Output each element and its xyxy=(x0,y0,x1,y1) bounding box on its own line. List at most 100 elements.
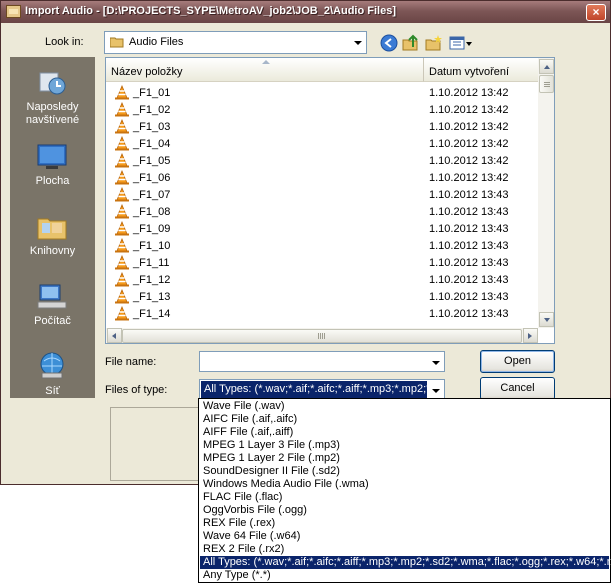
file-date: 1.10.2012 13:42 xyxy=(429,155,509,167)
title-bar[interactable]: Import Audio - [D:\PROJECTS_SYPE\MetroAV… xyxy=(1,1,610,23)
file-name: _F1_12 xyxy=(133,274,171,286)
file-name-input[interactable] xyxy=(199,351,445,372)
vlc-cone-icon xyxy=(115,289,129,304)
file-row[interactable]: _F1_05 1.10.2012 13:42 xyxy=(106,152,538,169)
file-row[interactable]: _F1_08 1.10.2012 13:43 xyxy=(106,203,538,220)
file-row[interactable]: _F1_06 1.10.2012 13:42 xyxy=(106,169,538,186)
column-header-name[interactable]: Název položky xyxy=(106,58,424,82)
file-name: _F1_08 xyxy=(133,206,171,218)
file-type-option[interactable]: FLAC File (.flac) xyxy=(200,491,609,504)
file-row[interactable]: _F1_09 1.10.2012 13:43 xyxy=(106,220,538,237)
file-date: 1.10.2012 13:43 xyxy=(429,206,509,218)
vlc-cone-icon xyxy=(115,306,129,321)
file-row[interactable]: _F1_10 1.10.2012 13:43 xyxy=(106,237,538,254)
files-of-type-dropdown-list[interactable]: Wave File (.wav) AIFC File (.aif,.aifc) AI… xyxy=(198,398,611,583)
vlc-cone-icon xyxy=(115,187,129,202)
file-row[interactable]: _F1_13 1.10.2012 13:43 xyxy=(106,288,538,305)
file-row[interactable]: _F1_04 1.10.2012 13:42 xyxy=(106,135,538,152)
file-type-option[interactable]: Any Type (*.*) xyxy=(200,569,609,582)
chevron-down-icon[interactable] xyxy=(427,353,443,372)
look-in-label: Look in: xyxy=(45,36,84,48)
files-of-type-select[interactable]: All Types: (*.wav;*.aif;*.aifc;*.aiff;*.… xyxy=(199,379,445,400)
vlc-cone-icon xyxy=(115,238,129,253)
files-of-type-label: Files of type: xyxy=(105,384,168,396)
scroll-down-button[interactable] xyxy=(539,312,554,327)
file-name: _F1_04 xyxy=(133,138,171,150)
new-folder-icon[interactable] xyxy=(425,34,443,52)
open-button[interactable]: Open xyxy=(480,350,555,373)
scroll-right-button[interactable] xyxy=(523,328,538,343)
file-name: _F1_09 xyxy=(133,223,171,235)
chevron-down-icon[interactable] xyxy=(349,33,365,52)
files-of-type-value: All Types: (*.wav;*.aif;*.aifc;*.aiff;*.… xyxy=(201,381,427,398)
place-network[interactable]: Síť xyxy=(10,345,95,415)
look-in-combo[interactable]: Audio Files xyxy=(104,31,367,54)
back-icon[interactable] xyxy=(380,34,398,52)
place-label: Síť xyxy=(45,385,60,397)
file-name: _F1_11 xyxy=(133,257,170,269)
file-date: 1.10.2012 13:43 xyxy=(429,223,509,235)
file-name: _F1_13 xyxy=(133,291,171,303)
file-list[interactable]: Název položky Datum vytvoření _F1_01 1.10… xyxy=(105,57,555,344)
file-name-label: File name: xyxy=(105,356,157,368)
place-libraries[interactable]: Knihovny xyxy=(10,205,95,275)
desktop-icon xyxy=(37,144,67,169)
close-button[interactable]: × xyxy=(586,4,606,21)
cancel-button[interactable]: Cancel xyxy=(480,377,555,400)
folder-icon xyxy=(110,37,124,48)
file-type-option[interactable]: OggVorbis File (.ogg) xyxy=(200,504,609,517)
scroll-left-button[interactable] xyxy=(107,328,122,343)
file-name: _F1_06 xyxy=(133,172,171,184)
view-menu-icon[interactable] xyxy=(449,34,473,52)
file-date: 1.10.2012 13:42 xyxy=(429,104,509,116)
file-row[interactable]: _F1_03 1.10.2012 13:42 xyxy=(106,118,538,135)
file-name: _F1_01 xyxy=(133,87,171,99)
app-icon xyxy=(6,5,21,18)
file-type-option[interactable]: REX 2 File (.rx2) xyxy=(200,543,609,556)
look-in-value: Audio Files xyxy=(129,36,184,48)
column-header-label: Název položky xyxy=(111,66,183,78)
computer-icon xyxy=(37,284,67,309)
file-row[interactable]: _F1_12 1.10.2012 13:43 xyxy=(106,271,538,288)
file-type-option[interactable]: AIFC File (.aif,.aifc) xyxy=(200,413,609,426)
file-name: _F1_05 xyxy=(133,155,171,167)
place-label: Knihovny xyxy=(29,245,76,257)
file-row[interactable]: _F1_02 1.10.2012 13:42 xyxy=(106,101,538,118)
horizontal-scrollbar[interactable] xyxy=(106,328,538,343)
horizontal-scroll-thumb[interactable] xyxy=(122,329,522,343)
file-row[interactable]: _F1_01 1.10.2012 13:42 xyxy=(106,84,538,101)
up-folder-icon[interactable] xyxy=(402,34,420,52)
column-header-date[interactable]: Datum vytvoření xyxy=(424,58,538,82)
file-row[interactable]: _F1_11 1.10.2012 13:43 xyxy=(106,254,538,271)
vertical-scrollbar[interactable] xyxy=(538,58,554,328)
file-type-option[interactable]: MPEG 1 Layer 2 File (.mp2) xyxy=(200,452,609,465)
vertical-scroll-thumb[interactable] xyxy=(539,75,554,93)
libraries-icon xyxy=(37,218,67,240)
file-type-option[interactable]: Windows Media Audio File (.wma) xyxy=(200,478,609,491)
file-type-option[interactable]: Wave File (.wav) xyxy=(200,400,609,413)
place-label: Počítač xyxy=(34,315,71,327)
vlc-cone-icon xyxy=(115,102,129,117)
place-computer[interactable]: Počítač xyxy=(10,275,95,345)
file-date: 1.10.2012 13:42 xyxy=(429,121,509,133)
file-type-option[interactable]: SoundDesigner II File (.sd2) xyxy=(200,465,609,478)
file-type-option[interactable]: AIFF File (.aif,.aiff) xyxy=(200,426,609,439)
window-title: Import Audio - [D:\PROJECTS_SYPE\MetroAV… xyxy=(25,5,396,17)
file-type-option[interactable]: All Types: (*.wav;*.aif;*.aifc;*.aiff;*.… xyxy=(200,556,611,569)
scroll-up-button[interactable] xyxy=(539,59,554,74)
file-type-option[interactable]: Wave 64 File (.w64) xyxy=(200,530,609,543)
file-type-option[interactable]: REX File (.rex) xyxy=(200,517,609,530)
network-icon xyxy=(40,352,64,379)
file-row[interactable]: _F1_07 1.10.2012 13:43 xyxy=(106,186,538,203)
preview-panel xyxy=(110,407,200,481)
vlc-cone-icon xyxy=(115,136,129,151)
file-date: 1.10.2012 13:43 xyxy=(429,257,509,269)
file-row[interactable]: _F1_14 1.10.2012 13:43 xyxy=(106,305,538,322)
vlc-cone-icon xyxy=(115,221,129,236)
file-type-option[interactable]: MPEG 1 Layer 3 File (.mp3) xyxy=(200,439,609,452)
place-recent[interactable]: Naposledy navštívené xyxy=(10,61,95,131)
vlc-cone-icon xyxy=(115,119,129,134)
file-date: 1.10.2012 13:43 xyxy=(429,189,509,201)
place-desktop[interactable]: Plocha xyxy=(10,135,95,205)
place-label: Plocha xyxy=(35,175,70,187)
